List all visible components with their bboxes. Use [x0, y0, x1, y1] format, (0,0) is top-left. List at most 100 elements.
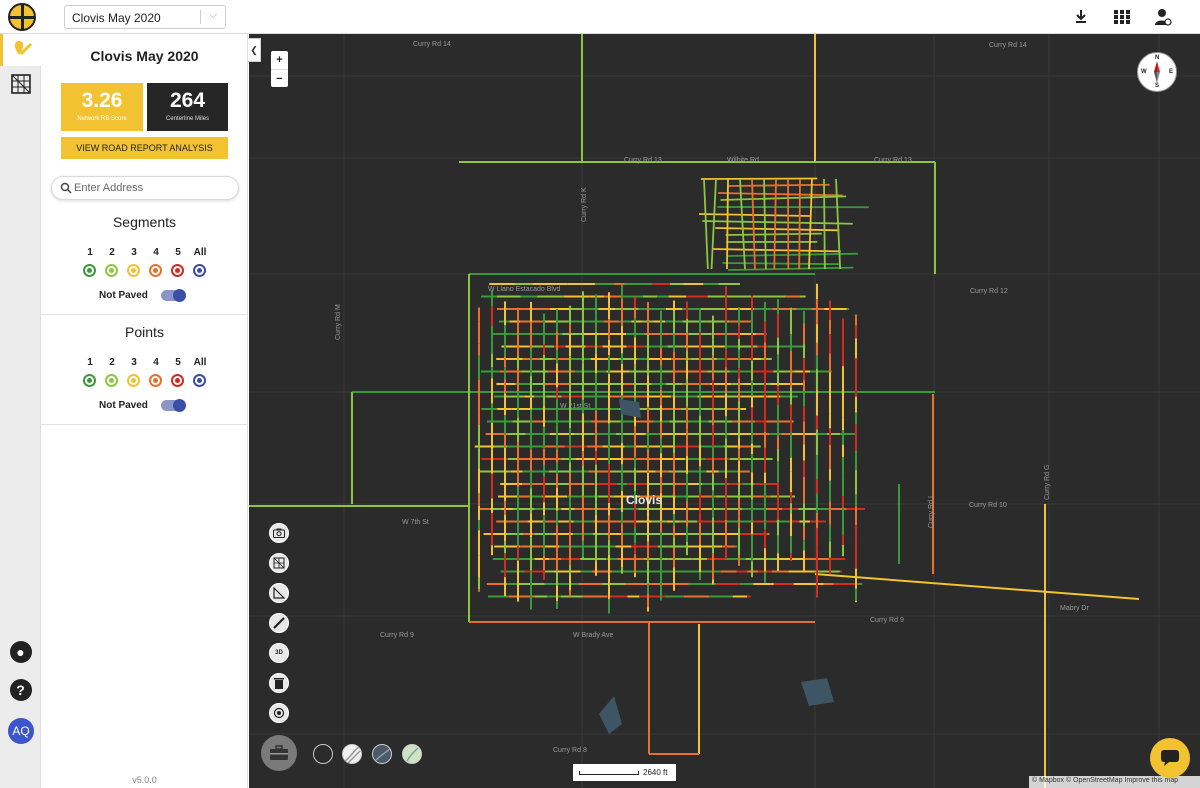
- centerline-miles-label: Centerline Miles: [165, 116, 210, 122]
- centerline-miles-card: 264 Centerline Miles: [147, 83, 228, 131]
- segments-level-2-radio[interactable]: [105, 264, 118, 277]
- points-not-paved-toggle[interactable]: [161, 399, 186, 412]
- map-attribution[interactable]: © Mapbox © OpenStreetMap Improve this ma…: [1029, 776, 1200, 788]
- address-search-input[interactable]: [74, 180, 232, 196]
- points-level-toggles: [79, 374, 219, 388]
- road-label: Wilhite Rd: [727, 157, 759, 164]
- segments-title: Segments: [112, 214, 177, 230]
- road-segment: [710, 178, 717, 270]
- help-button[interactable]: ?: [0, 674, 41, 706]
- chat-support-button[interactable]: [1150, 738, 1190, 778]
- collapse-panel-button[interactable]: ❮: [248, 38, 261, 62]
- points-level-5-radio[interactable]: [171, 374, 184, 387]
- road-label: W Brady Ave: [573, 632, 614, 639]
- points-level-5-label: 5: [175, 357, 181, 368]
- segments-level-3-label: 3: [131, 247, 137, 258]
- left-nav-bar: ● ? AQ: [0, 34, 41, 788]
- distance-measure-tool[interactable]: [269, 613, 289, 633]
- road-segment: [728, 266, 854, 271]
- segments-level-5-radio[interactable]: [171, 264, 184, 277]
- points-level-2-radio[interactable]: [105, 374, 118, 387]
- bell-icon: ●: [9, 641, 32, 663]
- nav-map-grid-button[interactable]: [0, 68, 41, 100]
- road-segment: [798, 178, 801, 270]
- scale-label: 2640 ft: [643, 768, 668, 777]
- segments-level-2-label: 2: [109, 247, 115, 258]
- project-select[interactable]: Clovis May 2020 ⌵: [64, 5, 226, 29]
- area-measure-tool[interactable]: [269, 583, 289, 603]
- toolbox-button[interactable]: [261, 735, 297, 771]
- segments-level-5-label: 5: [175, 247, 181, 258]
- screenshot-tool[interactable]: [269, 523, 289, 543]
- clear-tool[interactable]: [269, 673, 289, 693]
- points-level-all-label: All: [193, 357, 207, 368]
- road-label: Curry Rd 14: [413, 41, 451, 48]
- pond: [599, 696, 622, 734]
- terrain-basemap[interactable]: [402, 744, 422, 764]
- nav-segments-button[interactable]: [0, 34, 41, 66]
- points-not-paved-label: Not Paved: [99, 400, 148, 411]
- road-label: Curry Rd 12: [970, 288, 1008, 295]
- notifications-button[interactable]: ●: [0, 636, 41, 668]
- segments-not-paved-label: Not Paved: [99, 290, 148, 301]
- zoom-out-button[interactable]: −: [271, 69, 288, 87]
- chat-icon: [1161, 750, 1179, 766]
- compass-button[interactable]: N S E W: [1137, 52, 1177, 92]
- zoom-in-button[interactable]: +: [271, 51, 288, 69]
- points-level-4-radio[interactable]: [149, 374, 162, 387]
- road-segment: [715, 227, 840, 232]
- top-bar: Clovis May 2020 ⌵: [0, 0, 1200, 34]
- road-map[interactable]: Curry Rd 14 Curry Rd 14 Curry Rd 13 Wilh…: [249, 34, 1200, 788]
- app-version: v5.0.0: [132, 775, 157, 785]
- toolbox-icon: [270, 745, 288, 760]
- centerline-miles-value: 264: [169, 89, 206, 112]
- road-label: Curry Rd 9: [870, 617, 904, 624]
- road-segment: [702, 220, 853, 225]
- segments-level-3-radio[interactable]: [127, 264, 140, 277]
- help-icon: ?: [9, 679, 32, 701]
- segments-level-all-radio[interactable]: [193, 264, 206, 277]
- map-scale: 2640 ft: [573, 764, 676, 781]
- road-label: Curry Rd 9: [380, 632, 414, 639]
- network-score-card: 3.26 Network RB Score: [61, 83, 143, 131]
- panel-divider: [41, 314, 248, 315]
- network-score-value: 3.26: [81, 89, 123, 112]
- 3d-view-tool[interactable]: 3D: [269, 643, 289, 663]
- ruler-icon: [273, 617, 285, 629]
- road-segment: [700, 177, 818, 180]
- panel-title: Clovis May 2020: [90, 48, 199, 64]
- zoom-controls: + −: [271, 51, 288, 87]
- search-icon: [60, 182, 72, 194]
- points-title: Points: [125, 324, 164, 340]
- road-label: Curry Rd I: [928, 496, 935, 528]
- view-road-report-button[interactable]: VIEW ROAD REPORT ANALYSIS: [61, 137, 228, 159]
- road-label: Curry Rd 8: [553, 747, 587, 754]
- segments-level-labels: 1 2 3 4 5 All: [79, 247, 219, 261]
- map-export-tool[interactable]: [269, 553, 289, 573]
- satellite-basemap[interactable]: [372, 744, 392, 764]
- road-network-layer[interactable]: [249, 34, 1200, 788]
- segments-not-paved-toggle[interactable]: [161, 289, 186, 302]
- points-level-all-radio[interactable]: [193, 374, 206, 387]
- download-icon[interactable]: [1072, 8, 1090, 26]
- segments-level-1-radio[interactable]: [83, 264, 96, 277]
- points-level-1-radio[interactable]: [83, 374, 96, 387]
- dark-basemap[interactable]: [313, 744, 333, 764]
- avatar[interactable]: AQ: [8, 718, 34, 744]
- road-segment: [823, 178, 826, 270]
- points-level-3-radio[interactable]: [127, 374, 140, 387]
- user-settings-icon[interactable]: [1154, 8, 1172, 26]
- pond: [801, 678, 834, 706]
- road-label: Curry Rd M: [335, 304, 342, 340]
- segments-level-4-label: 4: [153, 247, 159, 258]
- road-segment: [808, 178, 813, 270]
- points-level-2-label: 2: [109, 357, 115, 368]
- road-label: Mabry Dr: [1060, 605, 1089, 612]
- address-search: [51, 176, 239, 200]
- locate-tool[interactable]: [269, 703, 289, 723]
- chevron-down-icon: ⌵: [209, 10, 217, 21]
- grid-icon[interactable]: [1113, 8, 1131, 26]
- segments-level-4-radio[interactable]: [149, 264, 162, 277]
- app-logo-icon[interactable]: [8, 3, 36, 31]
- streets-basemap[interactable]: [342, 744, 362, 764]
